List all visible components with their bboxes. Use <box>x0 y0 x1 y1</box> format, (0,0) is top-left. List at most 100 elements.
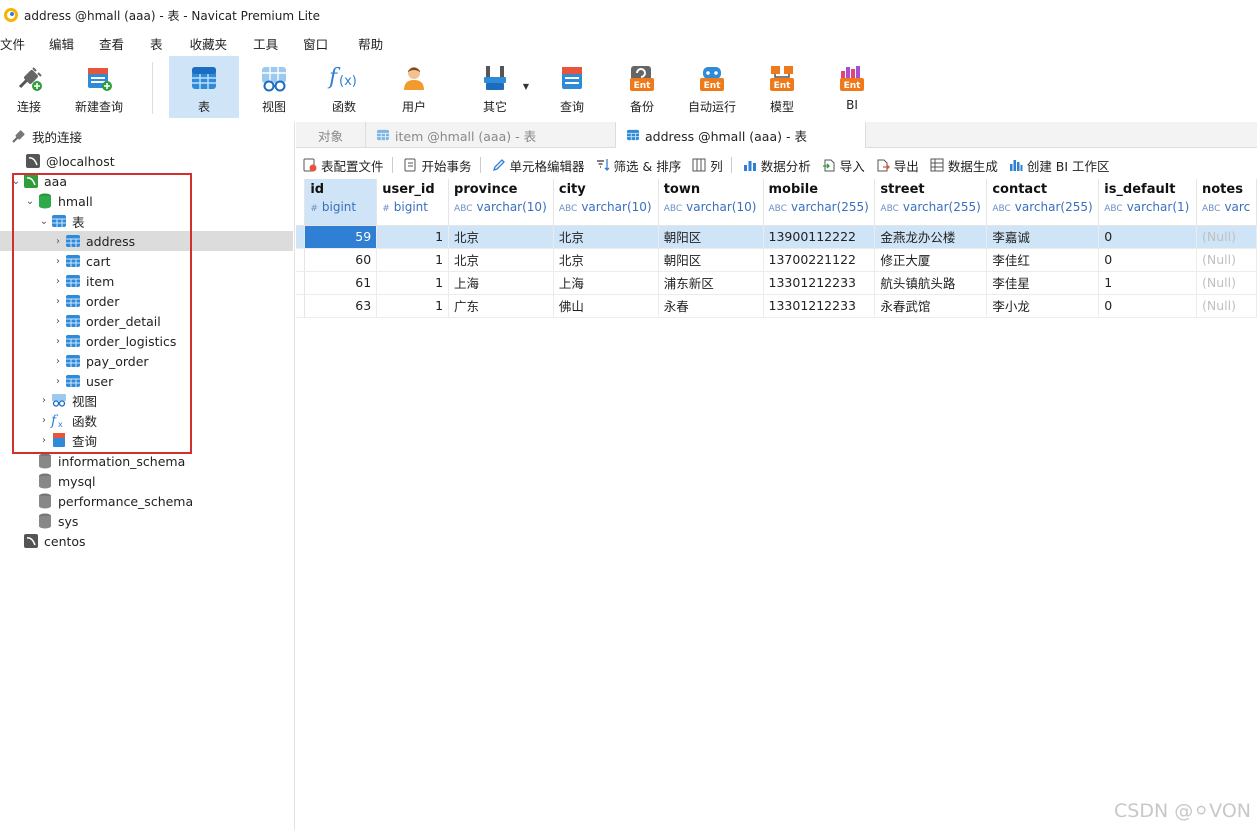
cell-editor-button[interactable]: 单元格编辑器 <box>491 156 585 175</box>
table-cell[interactable]: 上海 <box>448 271 554 295</box>
chevron-right-icon[interactable]: › <box>52 335 64 347</box>
other-dropdown-arrow[interactable]: ▼ <box>521 56 531 118</box>
column-header-id[interactable]: id # bigint <box>304 179 378 226</box>
row-marker[interactable] <box>296 294 306 318</box>
data-generation-button[interactable]: 数据生成 <box>929 156 998 175</box>
import-button[interactable]: 导入 <box>821 156 865 175</box>
tree-my-connections[interactable]: 我的连接 <box>0 126 293 146</box>
columns-button[interactable]: 列 <box>691 156 723 175</box>
filter-sort-button[interactable]: 筛选 & 排序 <box>595 156 681 175</box>
table-cell[interactable]: 13301212233 <box>763 294 876 318</box>
table-cell[interactable]: (Null) <box>1196 225 1257 249</box>
row-marker[interactable] <box>296 271 306 295</box>
table-cell[interactable]: 永春 <box>658 294 764 318</box>
table-cell[interactable]: 修正大厦 <box>874 248 988 272</box>
tree-db-mysql[interactable]: mysql <box>0 471 293 491</box>
table-cell[interactable]: 北京 <box>448 248 554 272</box>
tree-aaa[interactable]: ⌄ aaa <box>0 171 293 191</box>
table-cell[interactable]: 李嘉诚 <box>986 225 1100 249</box>
chevron-right-icon[interactable]: › <box>52 235 64 247</box>
connect-button[interactable]: 连接 <box>0 56 58 118</box>
chevron-right-icon[interactable]: › <box>52 255 64 267</box>
column-header-notes[interactable]: notes ABC varc <box>1196 179 1257 226</box>
table-cell[interactable]: 13301212233 <box>763 271 876 295</box>
menu-edit[interactable]: 编辑 <box>49 34 99 53</box>
tree-table-order-logistics[interactable]: › order_logistics <box>0 331 293 351</box>
view-button[interactable]: 视图 <box>239 56 309 118</box>
row-marker[interactable] <box>296 248 306 272</box>
table-cell[interactable]: 61 <box>304 271 378 295</box>
table-cell[interactable]: 佛山 <box>553 294 659 318</box>
table-cell[interactable]: 朝阳区 <box>658 248 764 272</box>
table-cell[interactable]: (Null) <box>1196 294 1257 318</box>
chevron-right-icon[interactable]: › <box>52 315 64 327</box>
table-row[interactable]: 61 1 上海 上海 浦东新区 13301212233 航头镇航头路 李佳星 1… <box>296 271 1257 295</box>
table-row[interactable]: 60 1 北京 北京 朝阳区 13700221122 修正大厦 李佳红 0 (N… <box>296 248 1257 272</box>
table-button[interactable]: 表 <box>169 56 239 118</box>
begin-transaction-button[interactable]: 开始事务 <box>403 156 472 175</box>
table-cell[interactable]: 63 <box>304 294 378 318</box>
create-bi-workspace-button[interactable]: 创建 BI 工作区 <box>1008 156 1110 175</box>
tree-table-order-detail[interactable]: › order_detail <box>0 311 293 331</box>
user-button[interactable]: 用户 <box>379 56 449 118</box>
chevron-down-icon[interactable]: ⌄ <box>10 175 22 187</box>
new-query-button[interactable]: 新建查询 <box>58 56 140 118</box>
tree-db-information-schema[interactable]: information_schema <box>0 451 293 471</box>
column-header-province[interactable]: province ABC varchar(10) <box>448 179 554 226</box>
menu-help[interactable]: 帮助 <box>358 34 399 53</box>
table-config-button[interactable]: 表配置文件 <box>302 156 384 175</box>
chevron-down-icon[interactable]: ⌄ <box>38 215 50 227</box>
table-cell[interactable]: 1 <box>376 271 450 295</box>
column-header-town[interactable]: town ABC varchar(10) <box>658 179 764 226</box>
tree-hmall[interactable]: ⌄ hmall <box>0 191 293 211</box>
table-cell[interactable]: 1 <box>376 294 450 318</box>
query-button[interactable]: 查询 <box>537 56 607 118</box>
tree-functions-group[interactable]: › fx 函数 <box>0 410 293 430</box>
menu-table[interactable]: 表 <box>150 34 190 53</box>
tab-objects[interactable]: 对象 <box>296 122 366 148</box>
table-cell[interactable]: 1 <box>376 248 450 272</box>
table-cell[interactable]: 永春武馆 <box>874 294 988 318</box>
data-analysis-button[interactable]: 数据分析 <box>742 156 811 175</box>
chevron-right-icon[interactable]: › <box>38 414 50 426</box>
automation-button[interactable]: Ent 自动运行 <box>677 56 747 118</box>
table-cell[interactable]: 0 <box>1098 225 1197 249</box>
tree-tables-group[interactable]: ⌄ 表 <box>0 211 293 231</box>
tab-address[interactable]: address @hmall (aaa) - 表 <box>616 122 866 148</box>
table-cell[interactable]: 0 <box>1098 248 1197 272</box>
tree-table-cart[interactable]: › cart <box>0 251 293 271</box>
model-button[interactable]: Ent 模型 <box>747 56 817 118</box>
table-cell[interactable]: (Null) <box>1196 248 1257 272</box>
menu-favorites[interactable]: 收藏夹 <box>190 34 254 53</box>
export-button[interactable]: 导出 <box>875 156 919 175</box>
chevron-right-icon[interactable]: › <box>52 355 64 367</box>
table-cell[interactable]: 北京 <box>553 248 659 272</box>
table-cell[interactable]: 13700221122 <box>763 248 876 272</box>
menu-file[interactable]: 文件 <box>0 34 49 53</box>
table-cell[interactable]: 李小龙 <box>986 294 1100 318</box>
tree-views-group[interactable]: › 视图 <box>0 390 293 410</box>
backup-button[interactable]: Ent 备份 <box>607 56 677 118</box>
menu-view[interactable]: 查看 <box>99 34 150 53</box>
table-cell[interactable]: 浦东新区 <box>658 271 764 295</box>
chevron-right-icon[interactable]: › <box>38 434 50 446</box>
table-cell[interactable]: 朝阳区 <box>658 225 764 249</box>
table-cell[interactable]: 北京 <box>553 225 659 249</box>
table-cell[interactable]: 广东 <box>448 294 554 318</box>
tree-db-sys[interactable]: sys <box>0 511 293 531</box>
bi-button[interactable]: Ent BI <box>817 56 887 118</box>
function-button[interactable]: f (x) 函数 <box>309 56 379 118</box>
chevron-right-icon[interactable]: › <box>38 394 50 406</box>
table-cell[interactable]: 上海 <box>553 271 659 295</box>
column-header-street[interactable]: street ABC varchar(255) <box>874 179 988 226</box>
column-header-city[interactable]: city ABC varchar(10) <box>553 179 659 226</box>
table-cell[interactable]: 60 <box>304 248 378 272</box>
table-row[interactable]: 59 1 北京 北京 朝阳区 13900112222 金燕龙办公楼 李嘉诚 0 … <box>296 225 1257 249</box>
row-marker[interactable] <box>296 225 306 249</box>
chevron-right-icon[interactable]: › <box>52 275 64 287</box>
tree-localhost[interactable]: @localhost <box>0 151 293 171</box>
table-cell[interactable]: 李佳红 <box>986 248 1100 272</box>
tree-table-order[interactable]: › order <box>0 291 293 311</box>
table-cell[interactable]: 航头镇航头路 <box>874 271 988 295</box>
column-header-is-default[interactable]: is_default ABC varchar(1) <box>1098 179 1197 226</box>
